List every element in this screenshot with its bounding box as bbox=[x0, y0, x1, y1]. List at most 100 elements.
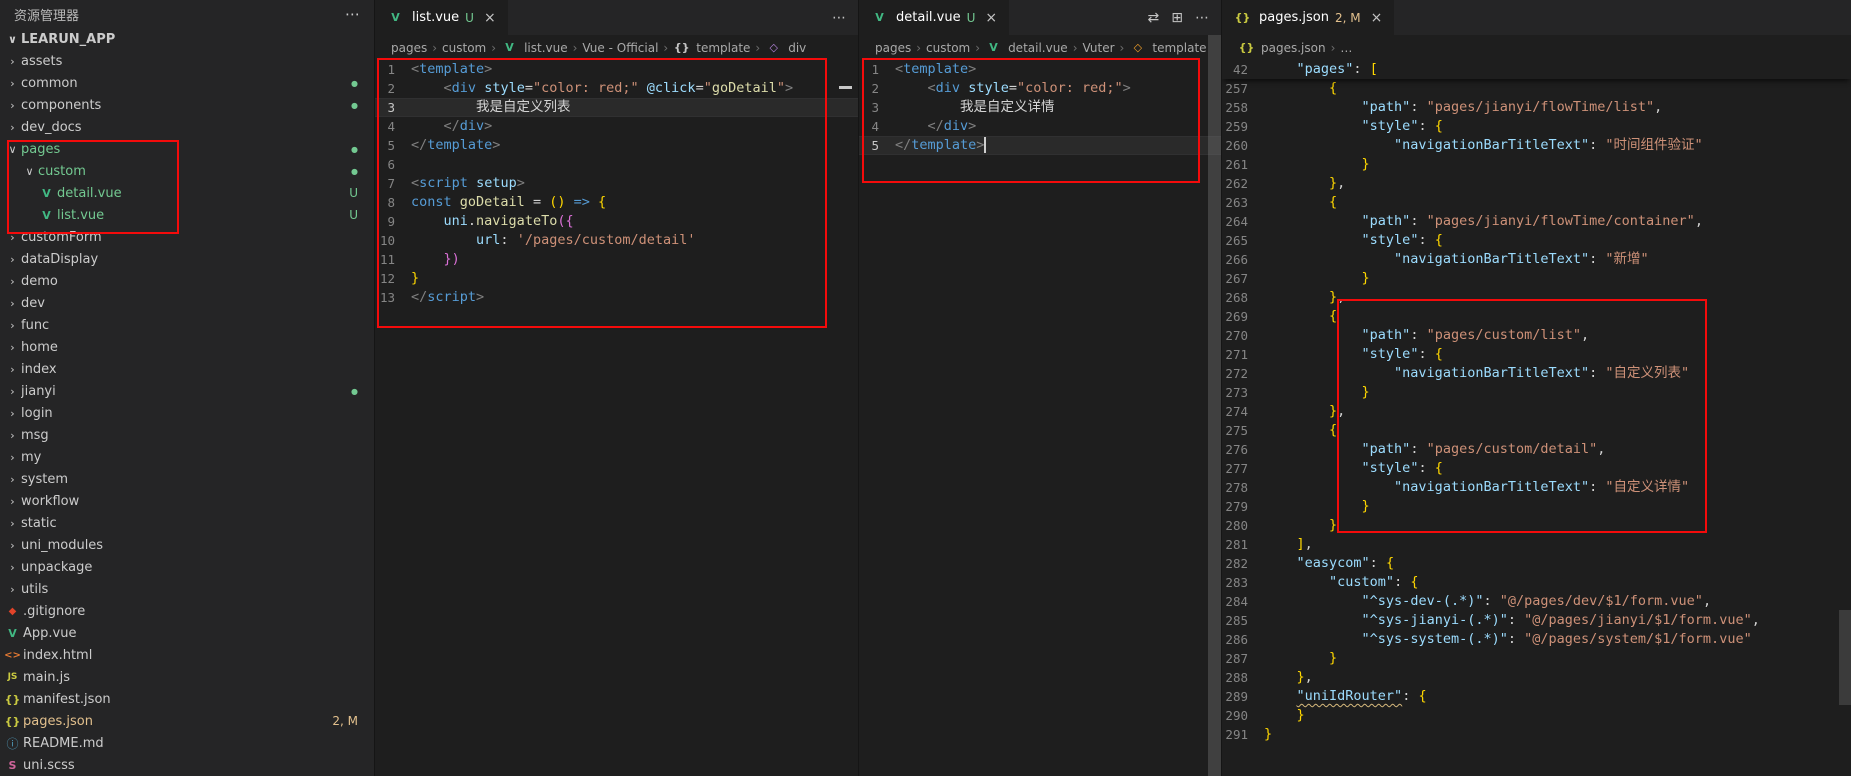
tree-item-msg[interactable]: ›msg bbox=[0, 424, 374, 446]
code-line-10[interactable]: 10 url: '/pages/custom/detail' bbox=[375, 231, 858, 250]
code-line-276[interactable]: 276 "path": "pages/custom/detail", bbox=[1222, 440, 1851, 459]
code-line-281[interactable]: 281 ], bbox=[1222, 535, 1851, 554]
tree-item-detail.vue[interactable]: Vdetail.vueU bbox=[0, 182, 374, 204]
code-line-277[interactable]: 277 "style": { bbox=[1222, 459, 1851, 478]
tree-item-.gitignore[interactable]: ◆.gitignore bbox=[0, 600, 374, 622]
code-line-264[interactable]: 264 "path": "pages/jianyi/flowTime/conta… bbox=[1222, 212, 1851, 231]
code-line-12[interactable]: 12} bbox=[375, 269, 858, 288]
tab-pages.json[interactable]: {}pages.json2, M× bbox=[1222, 0, 1395, 35]
breadcrumb-item-detail.vue[interactable]: Vdetail.vue bbox=[985, 41, 1068, 55]
close-icon[interactable]: × bbox=[484, 10, 496, 26]
breadcrumb-item-pages[interactable]: pages bbox=[391, 41, 427, 55]
split-editor-icon[interactable]: ⊞ bbox=[1171, 10, 1183, 26]
more-actions-icon[interactable]: ⋯ bbox=[1195, 10, 1209, 26]
code-line-289[interactable]: 289 "uniIdRouter": { bbox=[1222, 687, 1851, 706]
code-line-275[interactable]: 275 { bbox=[1222, 421, 1851, 440]
breadcrumb-item-list.vue[interactable]: Vlist.vue bbox=[501, 41, 568, 55]
code-line-270[interactable]: 270 "path": "pages/custom/list", bbox=[1222, 326, 1851, 345]
breadcrumb-item-Vuter[interactable]: Vuter bbox=[1083, 41, 1115, 55]
code-editor[interactable]: 42 "pages": [257 {258 "path": "pages/jia… bbox=[1222, 60, 1851, 776]
code-line-2[interactable]: 2 <div style="color: red;"> bbox=[859, 79, 1221, 98]
code-line-258[interactable]: 258 "path": "pages/jianyi/flowTime/list"… bbox=[1222, 98, 1851, 117]
code-line-42[interactable]: 42 "pages": [ bbox=[1222, 60, 1851, 79]
code-line-1[interactable]: 1<template> bbox=[859, 60, 1221, 79]
code-line-288[interactable]: 288 }, bbox=[1222, 668, 1851, 687]
tree-item-assets[interactable]: ›assets bbox=[0, 50, 374, 72]
more-actions-icon[interactable]: ⋯ bbox=[832, 10, 846, 26]
code-line-282[interactable]: 282 "easycom": { bbox=[1222, 554, 1851, 573]
tree-item-common[interactable]: ›common● bbox=[0, 72, 374, 94]
code-line-278[interactable]: 278 "navigationBarTitleText": "自定义详情" bbox=[1222, 478, 1851, 497]
code-line-259[interactable]: 259 "style": { bbox=[1222, 117, 1851, 136]
code-line-280[interactable]: 280 } bbox=[1222, 516, 1851, 535]
code-line-279[interactable]: 279 } bbox=[1222, 497, 1851, 516]
close-icon[interactable]: × bbox=[985, 10, 997, 26]
tree-item-README.md[interactable]: ⓘREADME.md bbox=[0, 732, 374, 754]
breadcrumb-item-template[interactable]: {}template bbox=[673, 41, 750, 55]
code-line-262[interactable]: 262 }, bbox=[1222, 174, 1851, 193]
tree-item-static[interactable]: ›static bbox=[0, 512, 374, 534]
tree-root-learun-app[interactable]: ∨ LEARUN_APP bbox=[0, 28, 374, 50]
tree-item-uni_modules[interactable]: ›uni_modules bbox=[0, 534, 374, 556]
breadcrumb-item-pages[interactable]: pages bbox=[875, 41, 911, 55]
tree-item-home[interactable]: ›home bbox=[0, 336, 374, 358]
tree-item-my[interactable]: ›my bbox=[0, 446, 374, 468]
code-line-271[interactable]: 271 "style": { bbox=[1222, 345, 1851, 364]
code-line-5[interactable]: 5</template> bbox=[375, 136, 858, 155]
tree-item-pages[interactable]: ∨pages● bbox=[0, 138, 374, 160]
scrollbar[interactable] bbox=[1208, 35, 1221, 776]
tree-item-func[interactable]: ›func bbox=[0, 314, 374, 336]
tree-item-customForm[interactable]: ›customForm bbox=[0, 226, 374, 248]
code-line-291[interactable]: 291} bbox=[1222, 725, 1851, 744]
more-actions-icon[interactable]: ⋯ bbox=[345, 5, 360, 23]
code-line-284[interactable]: 284 "^sys-dev-(.*)": "@/pages/dev/$1/for… bbox=[1222, 592, 1851, 611]
code-line-9[interactable]: 9 uni.navigateTo({ bbox=[375, 212, 858, 231]
tree-item-list.vue[interactable]: Vlist.vueU bbox=[0, 204, 374, 226]
tree-item-dataDisplay[interactable]: ›dataDisplay bbox=[0, 248, 374, 270]
tree-item-dev[interactable]: ›dev bbox=[0, 292, 374, 314]
tree-item-index[interactable]: ›index bbox=[0, 358, 374, 380]
code-line-257[interactable]: 257 { bbox=[1222, 79, 1851, 98]
tree-item-unpackage[interactable]: ›unpackage bbox=[0, 556, 374, 578]
code-line-273[interactable]: 273 } bbox=[1222, 383, 1851, 402]
close-icon[interactable]: × bbox=[1371, 10, 1383, 26]
code-line-269[interactable]: 269 { bbox=[1222, 307, 1851, 326]
code-line-263[interactable]: 263 { bbox=[1222, 193, 1851, 212]
tree-item-pages.json[interactable]: {}pages.json2, M bbox=[0, 710, 374, 732]
code-line-5[interactable]: 5</template> bbox=[859, 136, 1221, 155]
scrollbar[interactable] bbox=[1839, 610, 1851, 705]
tree-item-manifest.json[interactable]: {}manifest.json bbox=[0, 688, 374, 710]
breadcrumb-item-div[interactable]: ◇div bbox=[765, 41, 806, 55]
code-line-11[interactable]: 11 }) bbox=[375, 250, 858, 269]
breadcrumb-item-custom[interactable]: custom bbox=[442, 41, 486, 55]
tree-item-system[interactable]: ›system bbox=[0, 468, 374, 490]
code-line-274[interactable]: 274 }, bbox=[1222, 402, 1851, 421]
tree-item-workflow[interactable]: ›workflow bbox=[0, 490, 374, 512]
tree-item-utils[interactable]: ›utils bbox=[0, 578, 374, 600]
code-line-260[interactable]: 260 "navigationBarTitleText": "时间组件验证" bbox=[1222, 136, 1851, 155]
code-line-8[interactable]: 8const goDetail = () => { bbox=[375, 193, 858, 212]
code-line-267[interactable]: 267 } bbox=[1222, 269, 1851, 288]
breadcrumb-item-…[interactable]: … bbox=[1340, 41, 1352, 55]
code-line-3[interactable]: 3 我是自定义列表 bbox=[375, 98, 858, 117]
tree-item-index.html[interactable]: <>index.html bbox=[0, 644, 374, 666]
code-line-13[interactable]: 13</script> bbox=[375, 288, 858, 307]
code-line-290[interactable]: 290 } bbox=[1222, 706, 1851, 725]
tree-item-login[interactable]: ›login bbox=[0, 402, 374, 424]
tree-item-custom[interactable]: ∨custom● bbox=[0, 160, 374, 182]
code-line-2[interactable]: 2 <div style="color: red;" @click="goDet… bbox=[375, 79, 858, 98]
tree-item-main.js[interactable]: JSmain.js bbox=[0, 666, 374, 688]
breadcrumb-item-custom[interactable]: custom bbox=[926, 41, 970, 55]
breadcrumb-item-pages.json[interactable]: {}pages.json bbox=[1238, 41, 1326, 55]
code-line-261[interactable]: 261 } bbox=[1222, 155, 1851, 174]
code-line-265[interactable]: 265 "style": { bbox=[1222, 231, 1851, 250]
code-line-7[interactable]: 7<script setup> bbox=[375, 174, 858, 193]
code-line-6[interactable]: 6 bbox=[375, 155, 858, 174]
code-line-268[interactable]: 268 }, bbox=[1222, 288, 1851, 307]
code-line-287[interactable]: 287 } bbox=[1222, 649, 1851, 668]
tab-list.vue[interactable]: Vlist.vueU× bbox=[375, 0, 509, 35]
code-line-1[interactable]: 1<template> bbox=[375, 60, 858, 79]
code-line-272[interactable]: 272 "navigationBarTitleText": "自定义列表" bbox=[1222, 364, 1851, 383]
tree-item-uni.scss[interactable]: Suni.scss bbox=[0, 754, 374, 776]
code-line-266[interactable]: 266 "navigationBarTitleText": "新增" bbox=[1222, 250, 1851, 269]
